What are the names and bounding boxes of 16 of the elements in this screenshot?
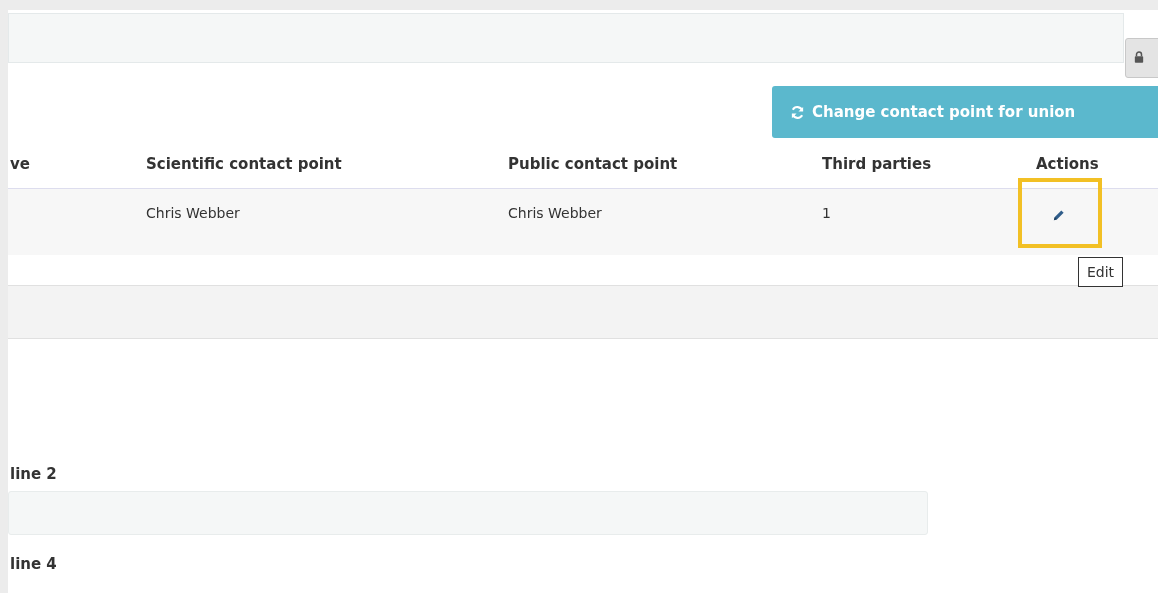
table-cell-text: Chris Webber bbox=[508, 205, 603, 221]
field-label: line 4 bbox=[9, 554, 58, 575]
refresh-icon bbox=[790, 104, 805, 120]
table-cell-text: 1 bbox=[822, 205, 832, 221]
column-header: ve bbox=[9, 155, 31, 173]
text-field[interactable] bbox=[8, 13, 1124, 63]
field-label: line 2 bbox=[9, 464, 58, 485]
column-header: Third parties bbox=[822, 155, 933, 173]
column-header: Actions bbox=[1036, 155, 1100, 173]
tooltip: Edit bbox=[1078, 257, 1124, 287]
lock-icon bbox=[1134, 51, 1144, 63]
table-cell-text: Chris Webber bbox=[146, 205, 241, 221]
lock-button[interactable] bbox=[1125, 38, 1158, 78]
change-contact-button[interactable]: Change contact point for union bbox=[772, 86, 1158, 138]
column-header: Scientific contact point bbox=[146, 155, 343, 173]
column-header: Public contact point bbox=[508, 155, 679, 173]
